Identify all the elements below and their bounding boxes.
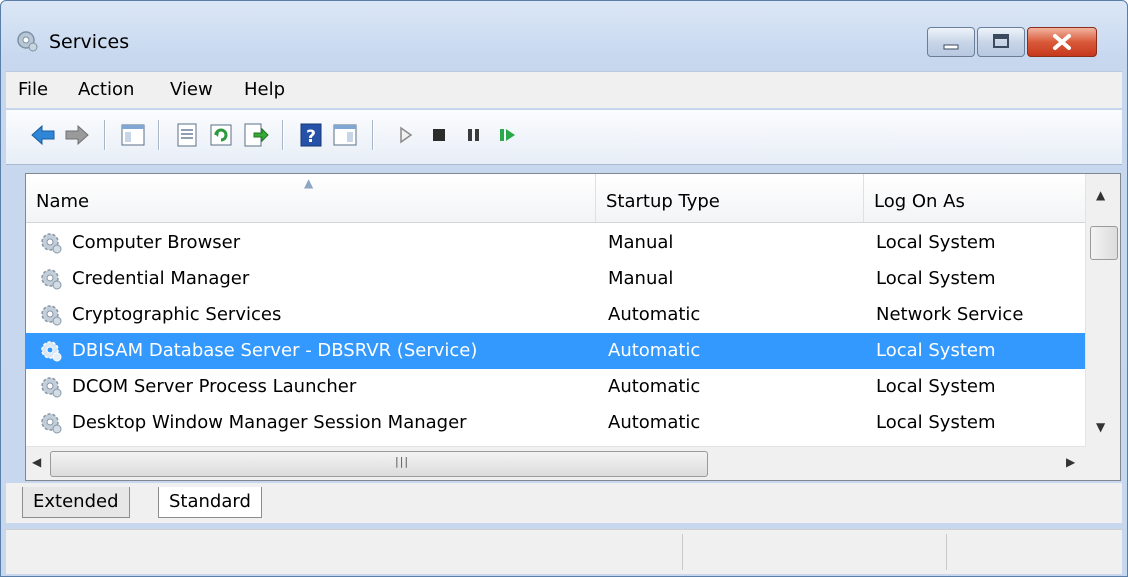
title-bar[interactable]: Services [1,1,1127,71]
maximize-icon [993,34,1009,48]
service-startup-type: Automatic [608,304,701,325]
service-log-on-as: Local System [876,376,996,397]
service-gear-icon [41,305,62,326]
menu-file[interactable]: File [18,79,48,100]
service-startup-type: Manual [608,232,674,253]
scroll-down-arrow-icon[interactable]: ▼ [1096,420,1105,434]
toolbar-separator [158,120,160,150]
service-name: Computer Browser [72,232,241,253]
list-item[interactable]: Desktop Window Manager Session Manager A… [26,405,1086,441]
service-gear-icon [41,233,62,254]
menu-bar: File Action View Help [6,71,1122,108]
services-list[interactable]: Name ▲ Startup Type Log On As Computer B… [25,173,1121,481]
list-item-selected[interactable]: DBISAM Database Server - DBSRVR (Service… [26,333,1086,369]
properties-icon[interactable] [172,120,202,150]
resume-service-icon[interactable] [492,120,522,150]
service-gear-icon [41,341,62,362]
status-bar [6,529,1122,574]
service-gear-icon [41,269,62,290]
service-startup-type: Manual [608,268,674,289]
vertical-scrollbar[interactable]: ▲ ▼ [1085,174,1120,446]
toolbar: ? [6,109,1122,165]
menu-help[interactable]: Help [244,79,285,100]
service-startup-type: Automatic [608,412,701,433]
service-log-on-as: Local System [876,268,996,289]
service-log-on-as: Network Service [876,304,1024,325]
tab-extended[interactable]: Extended [22,487,130,518]
scrollbar-corner [1086,446,1120,480]
toolbar-separator [282,120,284,150]
window-title: Services [49,31,130,53]
svg-text:?: ? [306,127,316,147]
service-startup-type: Automatic [608,376,701,397]
services-gear-icon [17,31,38,52]
toolbar-separator [372,120,374,150]
service-log-on-as: Local System [876,340,996,361]
service-gear-icon [41,413,62,434]
service-startup-type: Automatic [608,340,701,361]
scroll-right-arrow-icon[interactable]: ▶ [1066,455,1075,469]
list-item[interactable]: Cryptographic Services Automatic Network… [26,297,1086,333]
menu-action[interactable]: Action [78,79,134,100]
service-name: DCOM Server Process Launcher [72,376,357,397]
service-name: Cryptographic Services [72,304,282,325]
stop-service-icon[interactable] [424,120,454,150]
start-service-icon[interactable] [390,120,420,150]
column-header-log-on-as[interactable]: Log On As [864,174,1086,222]
sort-ascending-icon: ▲ [304,176,314,190]
vertical-scroll-thumb[interactable] [1090,226,1118,260]
scroll-up-arrow-icon[interactable]: ▲ [1096,188,1105,202]
close-icon [1053,34,1071,50]
service-log-on-as: Local System [876,232,996,253]
service-name: Credential Manager [72,268,250,289]
help-icon[interactable]: ? [296,120,326,150]
maximize-button[interactable] [977,27,1025,57]
close-button[interactable] [1027,27,1097,57]
toolbar-separator [104,120,106,150]
list-item[interactable]: Credential Manager Manual Local System [26,261,1086,297]
forward-arrow-icon[interactable] [62,120,92,150]
show-hide-action-pane-icon[interactable] [330,120,360,150]
show-hide-console-tree-icon[interactable] [118,120,148,150]
service-name: DBISAM Database Server - DBSRVR (Service… [72,340,478,361]
horizontal-scroll-thumb[interactable]: ||| [50,451,708,477]
refresh-icon[interactable] [206,120,236,150]
service-name: Desktop Window Manager Session Manager [72,412,467,433]
minimize-icon [943,44,959,50]
scroll-left-arrow-icon[interactable]: ◀ [32,455,41,469]
minimize-button[interactable] [927,27,975,57]
pause-service-icon[interactable] [458,120,488,150]
column-header-startup-type[interactable]: Startup Type [596,174,864,222]
status-bar-segment [946,534,947,570]
service-log-on-as: Local System [876,412,996,433]
horizontal-scrollbar[interactable]: ◀ ||| ▶ [26,446,1086,480]
menu-view[interactable]: View [170,79,213,100]
status-bar-segment [682,534,683,570]
back-arrow-icon[interactable] [28,120,58,150]
list-header: Name ▲ Startup Type Log On As [26,174,1086,223]
scroll-grip-icon: ||| [395,455,410,468]
list-item[interactable]: DCOM Server Process Launcher Automatic L… [26,369,1086,405]
list-item[interactable]: Computer Browser Manual Local System [26,225,1086,261]
view-tabs: Extended Standard [6,483,1122,523]
export-list-icon[interactable] [240,120,270,150]
service-gear-icon [41,377,62,398]
tab-standard[interactable]: Standard [158,487,262,518]
services-window: Services File Action View Help ? Name ▲ … [0,0,1128,577]
